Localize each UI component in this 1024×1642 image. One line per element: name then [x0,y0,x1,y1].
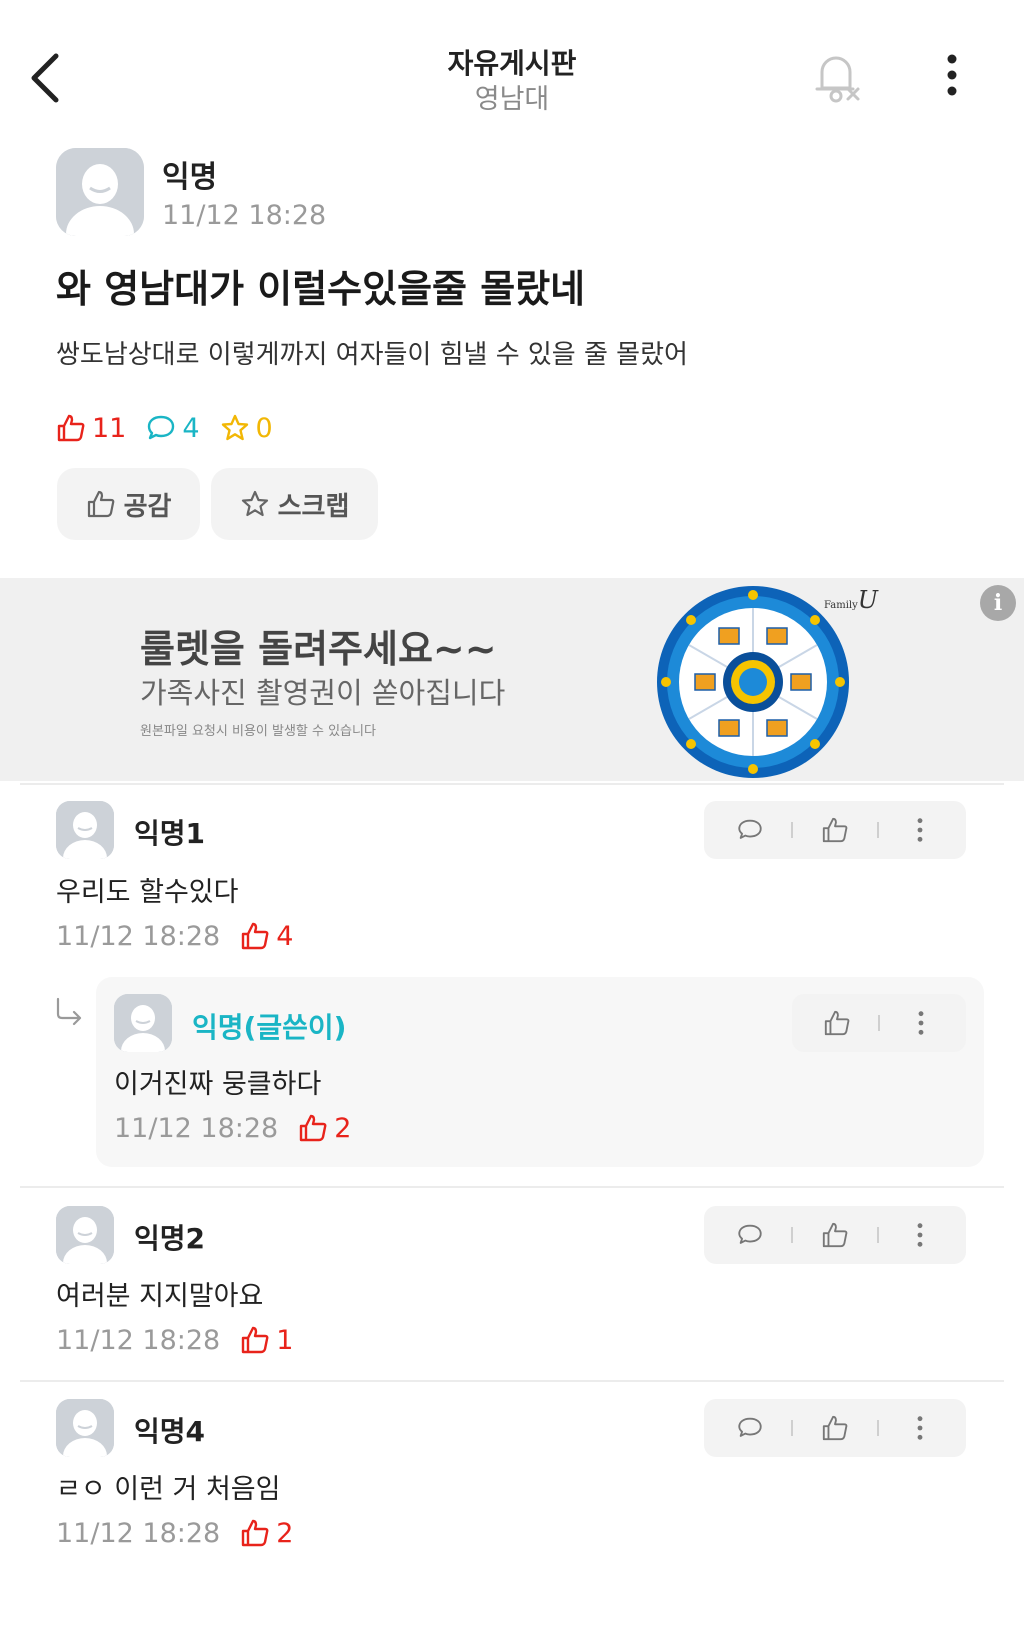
ad-subline: 가족사진 촬영권이 쏟아집니다 [140,676,506,710]
thumbs-up-icon [825,1010,850,1036]
comment-meta: 11/12 18:28 2 [114,1110,351,1146]
post-stats: 11 4 0 [56,410,293,446]
scrap-count: 0 [220,413,273,444]
divider [20,1186,1004,1188]
ad-brand-logo: FamilyU [824,586,878,614]
comment-avatar [56,1399,114,1457]
star-icon [241,490,268,517]
post-title: 와 영남대가 이럴수있을줄 몰랐네 [56,267,586,311]
comment-meta: 11/12 18:28 1 [56,1322,293,1358]
reply-button[interactable] [728,1213,772,1257]
info-icon[interactable]: i [980,585,1016,621]
comment-actions [704,1206,966,1264]
comment-like-count: 1 [240,1325,293,1356]
comment-more-button[interactable] [899,1001,943,1045]
post-body: 쌍도남상대로 이렇게까지 여자들이 힘낼 수 있을 줄 몰랐어 [56,340,688,370]
thumbs-up-icon [242,1326,269,1354]
comment-author-op: 익명(글쓴이) [192,1011,347,1044]
comment-text: ㄹㅇ 이런 거 처음임 [56,1474,281,1505]
comment-like-button[interactable] [813,808,857,852]
separator [876,1420,879,1436]
speech-bubble-icon [738,1224,762,1244]
like-count: 11 [56,413,126,444]
comment-time: 11/12 18:28 [114,1112,279,1144]
comment-meta: 11/12 18:28 4 [56,918,293,954]
more-vertical-icon[interactable] [938,52,966,98]
comment-count-value: 4 [182,412,200,444]
comment-author: 익명4 [134,1415,206,1448]
speech-bubble-icon [148,415,175,440]
comment-actions [792,994,966,1052]
more-vertical-icon [917,1416,923,1440]
like-button[interactable]: 공감 [57,468,200,540]
comment-actions [704,801,966,859]
comment-meta: 11/12 18:28 2 [56,1515,293,1551]
comment-like-count: 2 [240,1518,293,1549]
scrap-count-value: 0 [255,412,273,444]
speech-bubble-icon [738,1417,762,1437]
comment-like-count: 4 [240,921,293,952]
bell-off-icon[interactable] [808,48,864,106]
comment-more-button[interactable] [898,808,942,852]
board-title: 자유게시판 [447,47,577,80]
divider [20,1380,1004,1382]
separator [791,822,794,838]
author-avatar [56,148,144,236]
comment-avatar [56,801,114,859]
school-name: 영남대 [474,84,550,115]
scrap-button-label: 스크랩 [277,491,350,522]
more-vertical-icon [917,818,923,842]
ad-fineprint: 원본파일 요청시 비용이 발생할 수 있습니다 [140,724,376,739]
comment-like-button[interactable] [815,1001,859,1045]
separator [791,1420,794,1436]
ad-headline: 룰렛을 돌려주세요~~ [140,627,497,671]
comment-time: 11/12 18:28 [56,1517,221,1549]
divider [20,783,1004,785]
reply-button[interactable] [728,1406,772,1450]
comment-text: 이거진짜 뭉클하다 [114,1069,322,1100]
ad-banner[interactable]: 룰렛을 돌려주세요~~ 가족사진 촬영권이 쏟아집니다 원본파일 요청시 비용이… [0,578,1024,781]
comment-time: 11/12 18:28 [56,920,221,952]
comment-more-button[interactable] [898,1406,942,1450]
thumbs-up-icon [822,1415,848,1441]
comment-author: 익명2 [134,1222,206,1255]
comment-like-button[interactable] [813,1406,857,1450]
comment-text: 우리도 할수있다 [56,877,239,908]
thumbs-up-icon [242,1519,269,1547]
separator [876,1227,879,1243]
thumbs-up-icon [822,1222,848,1248]
reply-arrow-icon [54,996,86,1028]
comment-like-button[interactable] [813,1213,857,1257]
top-bar: 자유게시판 영남대 [0,0,1024,130]
comment-text: 여러분 지지말아요 [56,1281,264,1312]
separator [791,1227,794,1243]
roulette-wheel-image [655,584,851,780]
comment-count: 4 [146,412,200,444]
like-button-label: 공감 [123,491,172,522]
comment-author: 익명1 [134,817,206,850]
comment-like-count: 2 [298,1113,351,1144]
more-vertical-icon [918,1011,924,1035]
star-icon [221,414,248,441]
separator [876,822,879,838]
post-author: 익명 [162,160,218,195]
separator [877,1015,880,1031]
comment-time: 11/12 18:28 [56,1324,221,1356]
like-count-value: 11 [92,412,127,444]
comment-actions [704,1399,966,1457]
more-vertical-icon [917,1223,923,1247]
comment-more-button[interactable] [898,1213,942,1257]
thumbs-up-icon [87,490,114,518]
speech-bubble-icon [738,819,762,839]
thumbs-up-icon [242,922,269,950]
thumbs-up-icon [57,414,85,442]
thumbs-up-icon [822,817,848,843]
comment-avatar [56,1206,114,1264]
scrap-button[interactable]: 스크랩 [211,468,378,540]
thumbs-up-icon [300,1114,327,1142]
comment-avatar [114,994,172,1052]
reply-button[interactable] [728,808,772,852]
post-time: 11/12 18:28 [162,200,327,231]
